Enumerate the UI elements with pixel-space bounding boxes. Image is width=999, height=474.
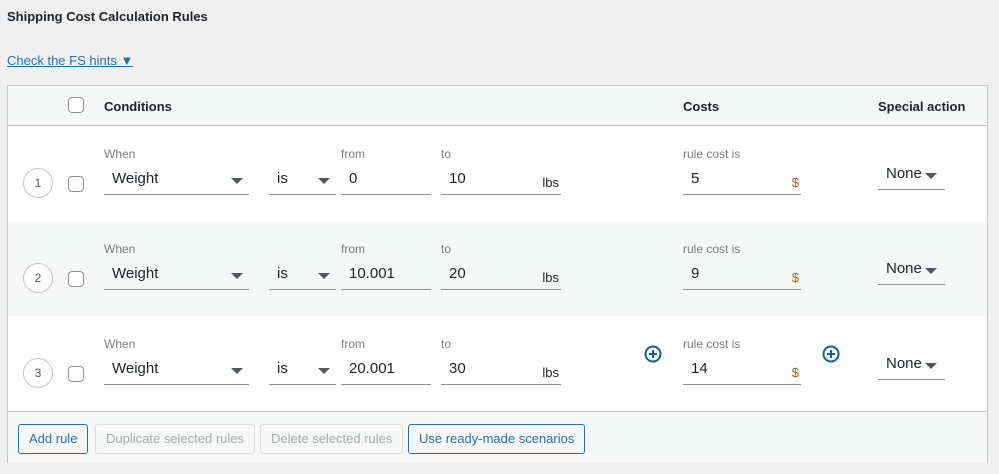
page-title: Shipping Cost Calculation Rules [7, 9, 208, 24]
condition-select[interactable]: Weight [104, 261, 249, 290]
duplicate-rules-button[interactable]: Duplicate selected rules [95, 424, 256, 454]
operator-select[interactable]: is [269, 261, 336, 290]
cost-input[interactable]: 5 $ [683, 166, 801, 195]
when-label: When [104, 337, 136, 351]
chevron-down-icon [318, 178, 330, 184]
rule-cost-label: rule cost is [683, 242, 741, 256]
chevron-down-icon [925, 363, 937, 369]
to-input[interactable]: 10 lbs [441, 166, 561, 195]
special-action-select[interactable]: None [878, 256, 945, 285]
cost-input[interactable]: 9 $ [683, 261, 801, 290]
to-input[interactable]: 30 lbs [441, 356, 561, 385]
rule-checkbox[interactable] [68, 271, 84, 287]
chevron-down-icon [318, 273, 330, 279]
add-rule-button[interactable]: Add rule [18, 424, 89, 454]
chevron-down-icon [925, 173, 937, 179]
add-condition-icon[interactable] [644, 345, 662, 363]
rules-table: Conditions Costs Special action 1 When W… [7, 85, 988, 463]
currency-label: $ [791, 175, 799, 190]
to-value: 10 [449, 170, 466, 187]
chevron-down-icon [231, 273, 243, 279]
to-label: to [441, 337, 452, 351]
unit-label: lbs [542, 175, 559, 190]
special-action-select[interactable]: None [878, 351, 945, 380]
operator-value: is [277, 265, 288, 282]
chevron-down-icon [925, 268, 937, 274]
to-input[interactable]: 20 lbs [441, 261, 561, 290]
rule-row: 1 When Weight is from 0 to 10 lbs rule co… [8, 126, 987, 221]
special-action-value: None [886, 260, 922, 277]
cost-value: 9 [691, 265, 700, 282]
special-action-value: None [886, 165, 922, 182]
costs-header: Costs [683, 99, 720, 114]
rule-row: 3 When Weight is from 20.001 to 30 lbs ru… [8, 316, 987, 411]
add-cost-icon[interactable] [822, 345, 840, 363]
condition-value: Weight [112, 170, 159, 187]
operator-value: is [277, 170, 288, 187]
chevron-down-icon [231, 178, 243, 184]
from-label: from [341, 147, 365, 161]
cost-input[interactable]: 14 $ [683, 356, 801, 385]
when-label: When [104, 242, 136, 256]
to-value: 20 [449, 265, 466, 282]
fs-hints-link[interactable]: Check the FS hints ▼ [7, 53, 133, 68]
table-footer: Add rule Duplicate selected rules Delete… [8, 411, 987, 463]
currency-label: $ [791, 365, 799, 380]
special-action-header: Special action [878, 99, 966, 114]
rule-cost-label: rule cost is [683, 147, 741, 161]
operator-select[interactable]: is [269, 166, 336, 195]
to-value: 30 [449, 360, 466, 377]
operator-select[interactable]: is [269, 356, 336, 385]
operator-value: is [277, 360, 288, 377]
to-label: to [441, 242, 452, 256]
cost-value: 14 [691, 360, 708, 377]
condition-select[interactable]: Weight [104, 356, 249, 385]
unit-label: lbs [542, 270, 559, 285]
condition-value: Weight [112, 360, 159, 377]
table-header: Conditions Costs Special action [8, 86, 987, 126]
rule-number: 3 [23, 358, 53, 388]
to-label: to [441, 147, 452, 161]
rule-cost-label: rule cost is [683, 337, 741, 351]
rule-number: 2 [23, 263, 53, 293]
conditions-header: Conditions [104, 99, 172, 114]
currency-label: $ [791, 270, 799, 285]
delete-rules-button[interactable]: Delete selected rules [260, 424, 404, 454]
special-action-value: None [886, 355, 922, 372]
cost-value: 5 [691, 170, 700, 187]
from-input[interactable]: 0 [341, 166, 431, 195]
rule-number: 1 [23, 168, 53, 198]
unit-label: lbs [542, 365, 559, 380]
ready-made-scenarios-button[interactable]: Use ready-made scenarios [408, 424, 586, 454]
select-all-checkbox[interactable] [68, 97, 84, 113]
condition-value: Weight [112, 265, 159, 282]
special-action-select[interactable]: None [878, 161, 945, 190]
chevron-down-icon [318, 368, 330, 374]
from-label: from [341, 337, 365, 351]
chevron-down-icon [231, 368, 243, 374]
rule-checkbox[interactable] [68, 176, 84, 192]
from-input[interactable]: 10.001 [341, 261, 431, 290]
from-label: from [341, 242, 365, 256]
from-input[interactable]: 20.001 [341, 356, 431, 385]
condition-select[interactable]: Weight [104, 166, 249, 195]
when-label: When [104, 147, 136, 161]
rule-checkbox[interactable] [68, 366, 84, 382]
rule-row: 2 When Weight is from 10.001 to 20 lbs ru… [8, 221, 987, 316]
